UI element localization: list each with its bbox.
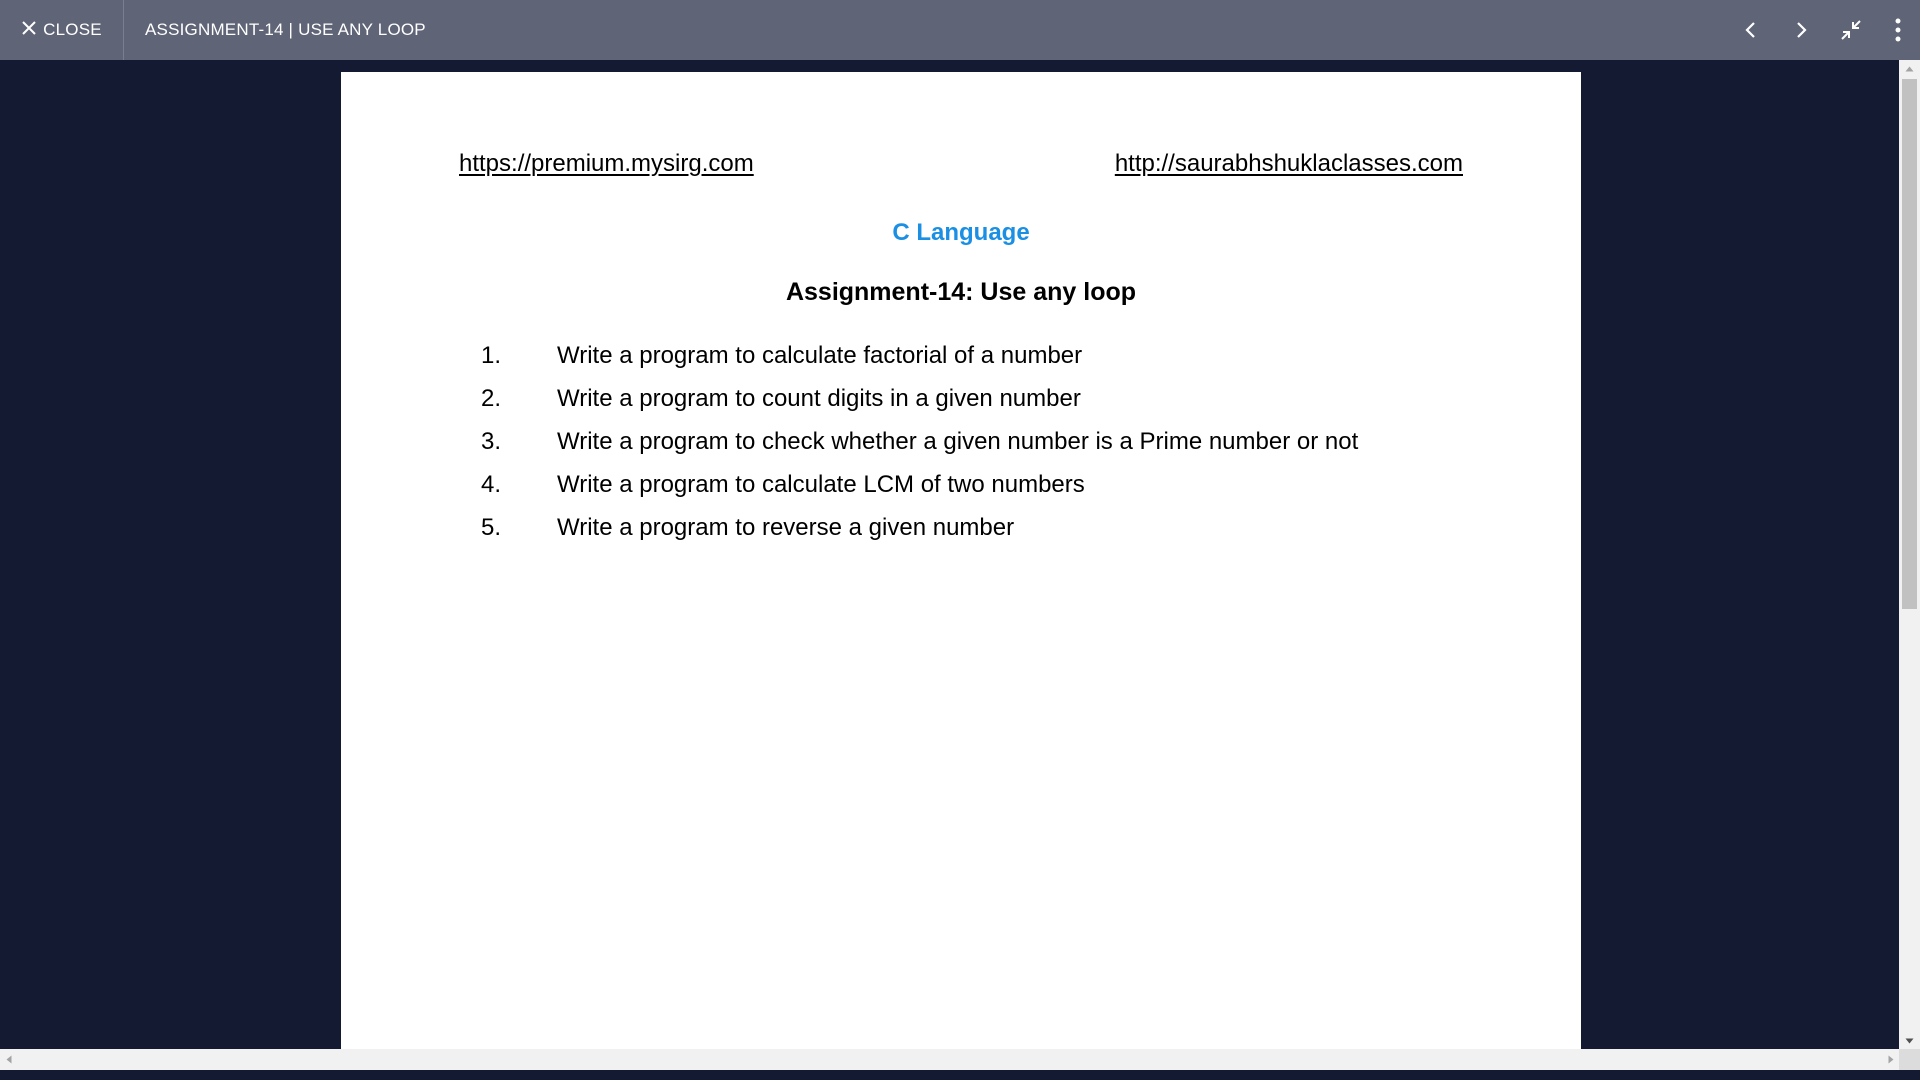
assignment-title: Assignment-14: Use any loop <box>785 278 1137 306</box>
close-button[interactable]: CLOSE <box>0 0 124 60</box>
header-links: https://premium.mysirg.com http://saurab… <box>459 150 1463 178</box>
scroll-left-arrow[interactable] <box>0 1049 17 1070</box>
list-item: 5. Write a program to reverse a given nu… <box>481 506 1358 549</box>
more-options-button[interactable] <box>1876 0 1920 60</box>
document-page: https://premium.mysirg.com http://saurab… <box>341 72 1581 1049</box>
bottom-strip <box>0 1070 1920 1080</box>
task-text: Write a program to reverse a given numbe… <box>557 513 1015 541</box>
list-item: 1. Write a program to calculate factoria… <box>481 334 1358 377</box>
document-title: ASSIGNMENT-14 | USE ANY LOOP <box>145 20 426 39</box>
previous-button[interactable] <box>1726 0 1776 60</box>
close-label: CLOSE <box>43 20 102 39</box>
task-text: Write a program to check whether a given… <box>557 427 1359 455</box>
task-number: 4. <box>481 470 502 498</box>
collapse-icon <box>1839 18 1863 42</box>
next-button[interactable] <box>1776 0 1826 60</box>
task-text: Write a program to calculate LCM of two … <box>557 470 1085 498</box>
list-item: 2. Write a program to count digits in a … <box>481 377 1358 420</box>
scroll-down-arrow[interactable] <box>1899 1032 1920 1049</box>
task-list: 1. Write a program to calculate factoria… <box>481 334 1358 549</box>
list-item: 4. Write a program to calculate LCM of t… <box>481 463 1358 506</box>
more-vertical-icon <box>1894 18 1902 42</box>
subject-heading: C Language <box>892 219 1030 246</box>
document-viewer: https://premium.mysirg.com http://saurab… <box>0 60 1899 1049</box>
classes-link[interactable]: http://saurabhshuklaclasses.com <box>1115 150 1463 178</box>
task-number: 5. <box>481 513 502 541</box>
scroll-right-arrow[interactable] <box>1882 1049 1899 1070</box>
chevron-right-icon <box>1794 21 1808 39</box>
list-item: 3. Write a program to check whether a gi… <box>481 420 1358 463</box>
close-icon <box>21 20 37 41</box>
vertical-scrollbar[interactable] <box>1899 60 1920 1049</box>
top-actions <box>1726 0 1920 60</box>
task-number: 3. <box>481 427 502 455</box>
vertical-scroll-thumb[interactable] <box>1902 79 1917 609</box>
top-bar: CLOSE ASSIGNMENT-14 | USE ANY LOOP <box>0 0 1920 60</box>
chevron-left-icon <box>1744 21 1758 39</box>
horizontal-scrollbar[interactable] <box>0 1049 1899 1070</box>
exit-fullscreen-button[interactable] <box>1826 0 1876 60</box>
premium-link[interactable]: https://premium.mysirg.com <box>459 150 754 178</box>
task-number: 1. <box>481 341 502 369</box>
scroll-up-arrow[interactable] <box>1899 60 1920 77</box>
task-text: Write a program to calculate factorial o… <box>557 341 1083 369</box>
task-text: Write a program to count digits in a giv… <box>557 384 1081 412</box>
scrollbar-corner <box>1899 1049 1920 1070</box>
task-number: 2. <box>481 384 502 412</box>
